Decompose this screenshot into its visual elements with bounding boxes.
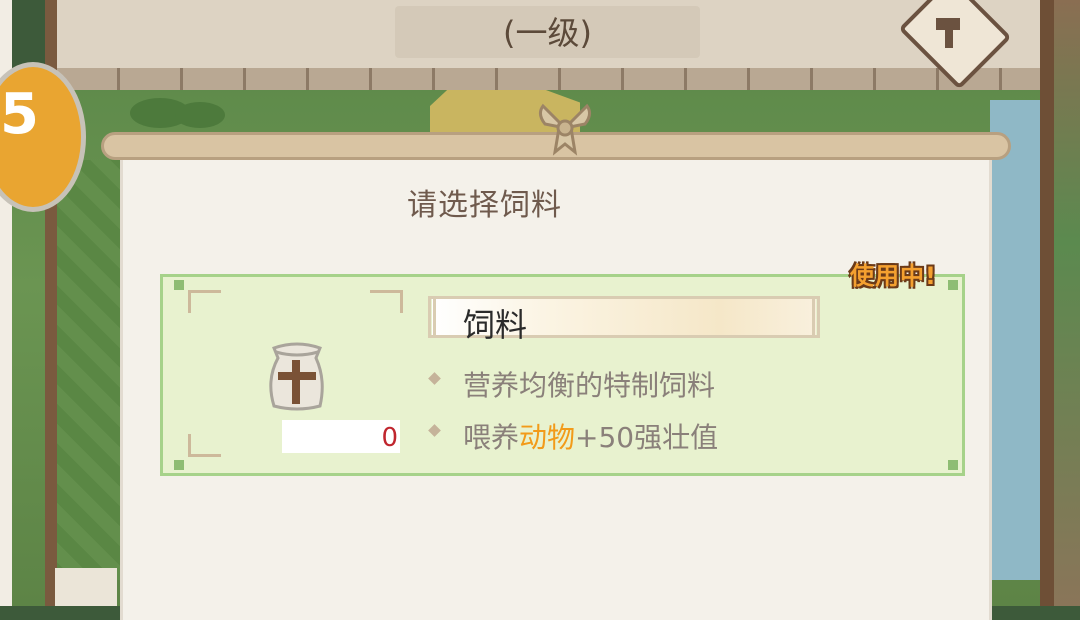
- water-area: [990, 100, 1045, 580]
- building-level-label: (一级): [503, 14, 592, 52]
- frame-corner: [188, 434, 221, 457]
- item-effect: 喂养动物+50强壮值: [463, 416, 718, 456]
- scroll-bow-icon: [533, 100, 597, 156]
- frame-corner: [188, 290, 221, 313]
- card-corner: [174, 280, 184, 290]
- card-corner: [174, 460, 184, 470]
- bottom-left-panel: [55, 568, 117, 606]
- item-count: 0: [381, 423, 398, 453]
- name-bar-cap: [812, 296, 820, 338]
- right-scenery: [1054, 0, 1080, 606]
- hammer-icon: [930, 10, 970, 50]
- name-bar-cap: [428, 296, 436, 338]
- frame-corner: [370, 290, 403, 313]
- coin-icon: 5: [0, 82, 39, 147]
- effect-prefix: 喂养: [463, 421, 520, 454]
- feed-sack-icon: [262, 340, 332, 412]
- bush: [175, 102, 225, 128]
- item-description: 营养均衡的特制饲料: [463, 369, 716, 402]
- effect-target: 动物: [519, 421, 576, 454]
- card-corner: [948, 460, 958, 470]
- frame-right: [1040, 0, 1054, 606]
- item-name: 饲料: [463, 306, 528, 344]
- grass-tiles: [55, 160, 125, 580]
- effect-suffix: +50强壮值: [575, 421, 719, 454]
- brick-wall: [57, 68, 1040, 90]
- dialog-title: 请选择饲料: [407, 188, 562, 223]
- in-use-badge: 使用中!: [850, 262, 937, 290]
